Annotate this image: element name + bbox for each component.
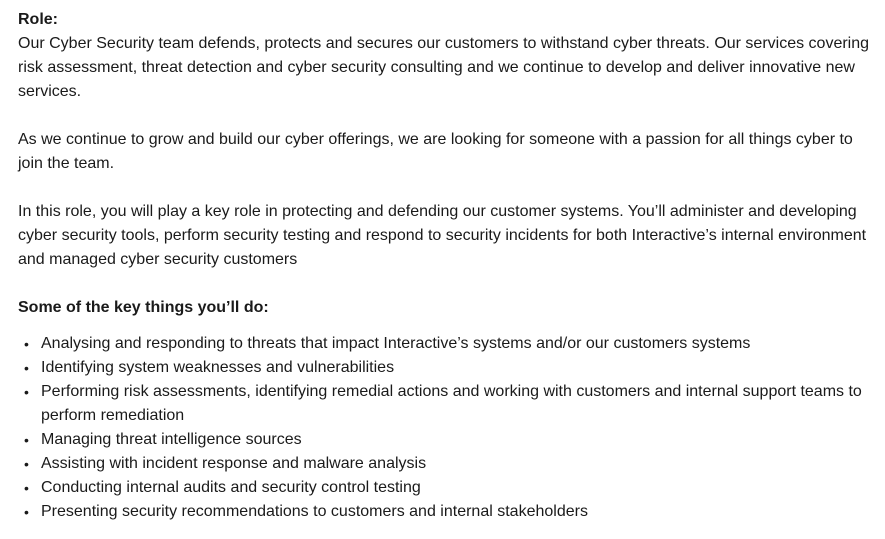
bullet-icon: • xyxy=(24,384,29,400)
job-description: Role: Our Cyber Security team defends, p… xyxy=(0,0,885,524)
bullet-icon: • xyxy=(24,336,29,352)
key-things-heading: Some of the key things you’ll do: xyxy=(18,299,269,316)
list-item-text: Assisting with incident response and mal… xyxy=(41,455,427,472)
list-item: • Assisting with incident response and ma… xyxy=(18,452,871,476)
role-paragraph-3: In this role, you will play a key role i… xyxy=(18,203,867,268)
list-item-text: Managing threat intelligence sources xyxy=(41,431,302,448)
list-item: • Managing threat intelligence sources xyxy=(18,428,871,452)
bullet-icon: • xyxy=(24,480,29,496)
list-item-text: Presenting security recommendations to c… xyxy=(41,503,588,520)
list-item: • Analysing and responding to threats tha… xyxy=(18,332,871,356)
bullet-icon: • xyxy=(24,456,29,472)
role-paragraph-2: As we continue to grow and build our cyb… xyxy=(18,131,853,172)
list-item: • Performing risk assessments, identifyin… xyxy=(18,380,871,428)
list-item: • Presenting security recommendations to … xyxy=(18,500,871,524)
list-item-text: Performing risk assessments, identifying… xyxy=(41,383,862,424)
list-item: • Identifying system weaknesses and vulne… xyxy=(18,356,871,380)
bullet-icon: • xyxy=(24,504,29,520)
bullet-icon: • xyxy=(24,360,29,376)
list-item: • Conducting internal audits and security… xyxy=(18,476,871,500)
key-things-list: • Analysing and responding to threats tha… xyxy=(18,332,871,524)
bullet-icon: • xyxy=(24,432,29,448)
list-item-text: Analysing and responding to threats that… xyxy=(41,335,751,352)
list-item-text: Conducting internal audits and security … xyxy=(41,479,421,496)
role-paragraph-1: Our Cyber Security team defends, protect… xyxy=(18,35,870,100)
list-item-text: Identifying system weaknesses and vulner… xyxy=(41,359,395,376)
role-heading: Role: xyxy=(18,11,58,28)
